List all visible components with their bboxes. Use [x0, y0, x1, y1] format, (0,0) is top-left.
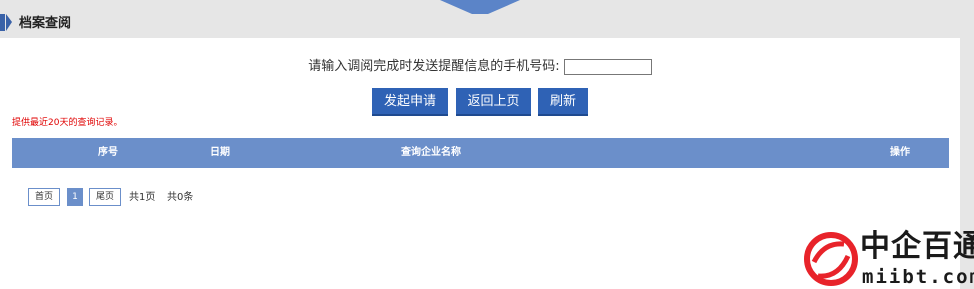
submit-request-button[interactable]: 发起申请: [372, 88, 448, 116]
total-records-text: 共0条: [167, 192, 194, 203]
top-tab-indicator: [440, 0, 520, 14]
header-accent-bar: [0, 14, 5, 31]
watermark-title: 中企百通: [860, 229, 974, 264]
watermark-domain: miibt.com: [862, 266, 974, 288]
phone-label: 请输入调阅完成时发送提醒信息的手机号码:: [308, 59, 560, 74]
column-header-company: 查询企业名称: [401, 147, 461, 158]
phone-row: 请输入调阅完成时发送提醒信息的手机号码:: [0, 58, 960, 77]
phone-input[interactable]: [563, 59, 652, 75]
first-page-button[interactable]: 首页: [28, 188, 60, 206]
page-title: 档案查阅: [19, 16, 72, 31]
last-page-button[interactable]: 尾页: [89, 188, 121, 206]
watermark: 中企百通 miibt.com: [804, 228, 974, 289]
column-header-action: 操作: [890, 147, 910, 158]
column-header-date: 日期: [210, 147, 230, 158]
header-bar: 档案查阅: [0, 0, 974, 38]
column-header-index: 序号: [98, 147, 118, 158]
chevron-right-icon: [6, 14, 12, 31]
back-button[interactable]: 返回上页: [456, 88, 531, 116]
total-pages-text: 共1页: [129, 192, 156, 203]
brand-logo-icon: [804, 232, 858, 286]
current-page-button[interactable]: 1: [67, 188, 83, 206]
refresh-button[interactable]: 刷新: [538, 88, 588, 116]
notice-text: 提供最近20天的查询记录。: [12, 118, 123, 128]
table-header: 序号 日期 查询企业名称 操作: [12, 138, 949, 168]
